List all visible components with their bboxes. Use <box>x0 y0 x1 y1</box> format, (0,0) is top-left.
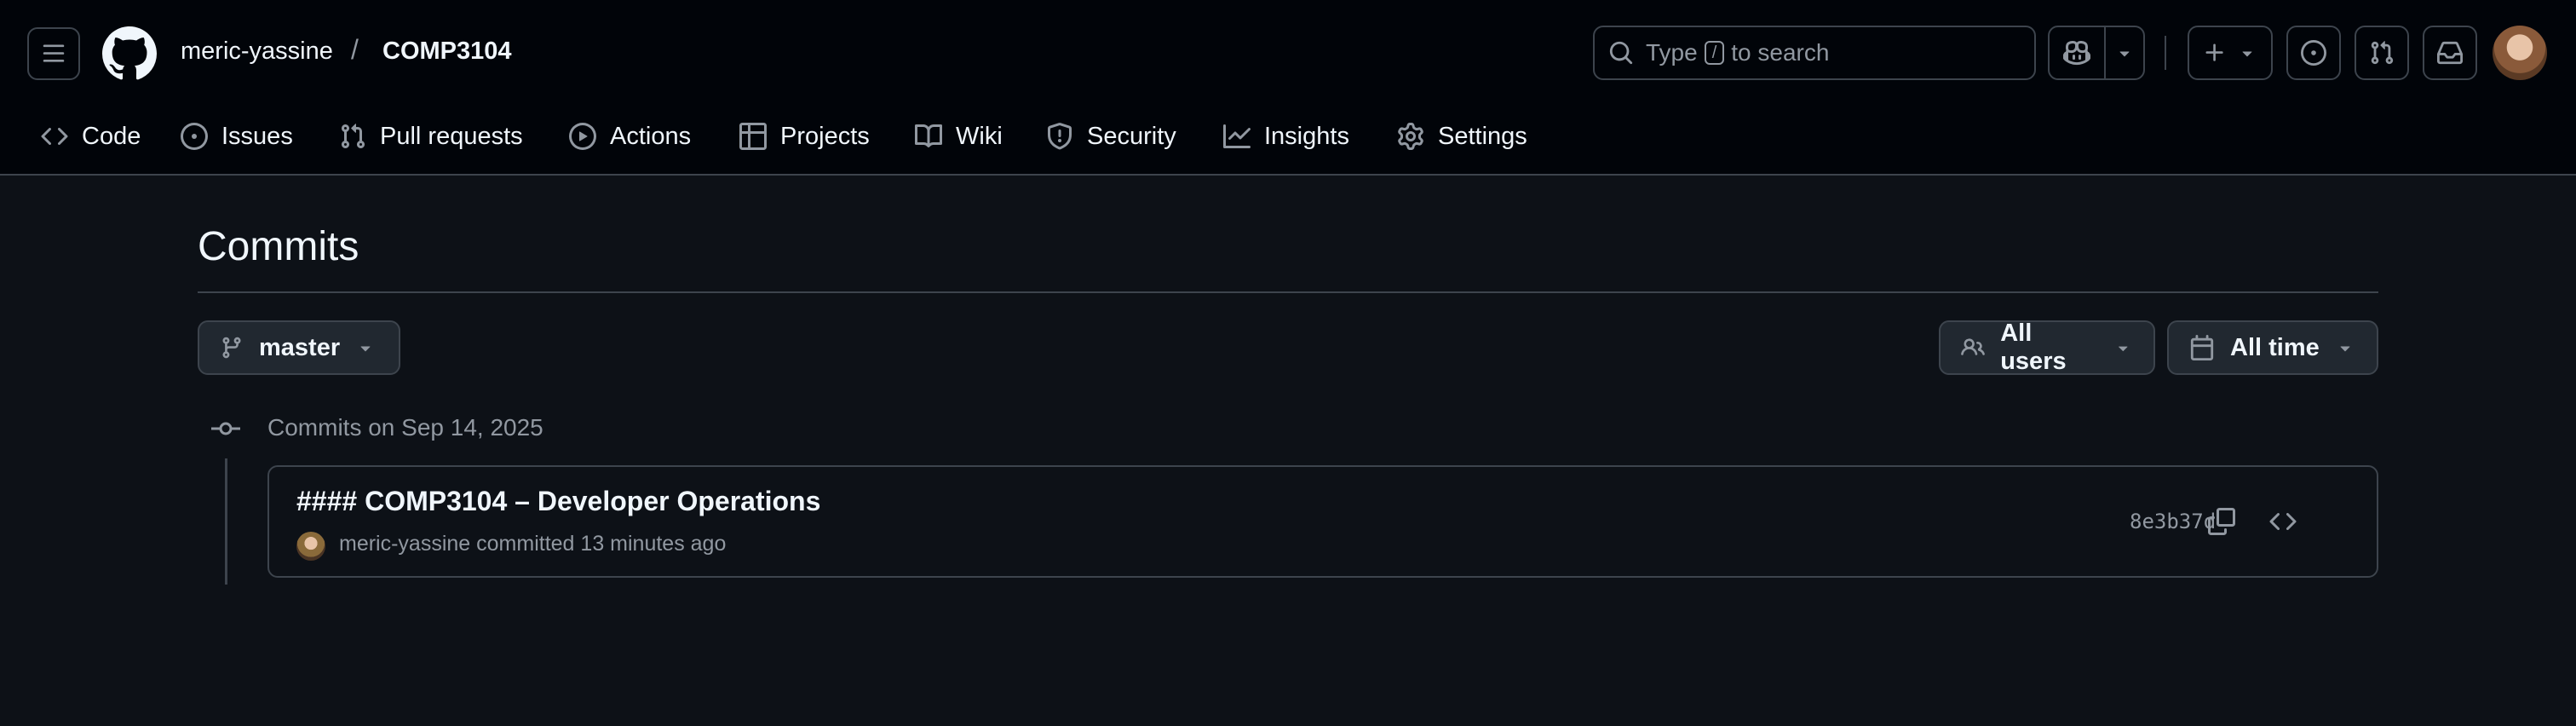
git-pull-request-icon <box>2371 41 2394 65</box>
people-icon <box>1961 338 1985 355</box>
commit-sha-link[interactable]: 8e3b37d <box>2130 510 2216 533</box>
tab-insights[interactable]: Insights <box>1223 118 1349 155</box>
commit-action-text: committed 13 minutes ago <box>476 532 727 556</box>
search-icon <box>1609 41 1633 65</box>
search-shortcut-key: / <box>1704 41 1725 65</box>
search-placeholder-suffix: to search <box>1731 39 1830 66</box>
issues-button[interactable] <box>2286 26 2341 80</box>
code-icon <box>41 127 68 146</box>
pull-requests-button[interactable] <box>2355 26 2409 80</box>
tab-label: Insights <box>1264 122 1349 150</box>
commit-author-link[interactable]: meric-yassine <box>339 532 470 556</box>
calendar-icon <box>2190 335 2214 360</box>
top-bar: meric-yassine / COMP3104 Type / to searc… <box>0 0 2576 106</box>
triangle-down-icon <box>2242 51 2252 57</box>
copilot-icon <box>2063 40 2090 66</box>
commit-meta: meric-yassine committed 13 minutes ago <box>339 532 726 556</box>
app-header: meric-yassine / COMP3104 Type / to searc… <box>0 0 2576 176</box>
hamburger-icon <box>43 44 65 62</box>
commit-message-link[interactable]: #### COMP3104 – Developer Operations <box>296 486 820 517</box>
plus-icon <box>2205 43 2223 61</box>
repo-nav: Code Issues Pull requests Actions Projec… <box>0 106 2576 165</box>
copilot-button-group <box>2048 26 2145 80</box>
git-commit-icon <box>211 422 240 435</box>
breadcrumb-separator: / <box>351 34 359 65</box>
menu-button[interactable] <box>27 27 80 80</box>
shield-icon <box>1048 123 1072 150</box>
play-icon <box>569 123 596 150</box>
gear-icon <box>1398 123 1423 150</box>
commit-row: #### COMP3104 – Developer Operations mer… <box>267 465 2378 578</box>
triangle-down-icon <box>2119 346 2128 352</box>
issue-opened-icon <box>2301 40 2326 66</box>
table-icon <box>739 123 767 150</box>
time-filter-label: All time <box>2230 333 2320 361</box>
graph-icon <box>1223 124 1251 148</box>
triangle-down-icon <box>2340 346 2350 352</box>
triangle-down-icon <box>2119 51 2130 57</box>
users-filter-label: All users <box>2000 320 2067 375</box>
tab-label: Settings <box>1438 122 1527 150</box>
tab-settings[interactable]: Settings <box>1397 118 1527 155</box>
copilot-button[interactable] <box>2050 27 2106 78</box>
search-input[interactable]: Type / to search <box>1593 26 2036 80</box>
tab-issues[interactable]: Issues <box>181 118 293 155</box>
page-title: Commits <box>198 224 359 269</box>
tab-label: Issues <box>221 122 293 150</box>
tab-label: Projects <box>780 122 870 150</box>
header-divider <box>2165 36 2166 70</box>
users-filter-button[interactable]: All users <box>1939 320 2155 375</box>
code-icon <box>2269 512 2297 531</box>
tab-security[interactable]: Security <box>1046 118 1176 155</box>
breadcrumb-repo[interactable]: COMP3104 <box>382 37 512 66</box>
git-branch-icon <box>222 337 241 359</box>
timeline-line <box>225 458 227 585</box>
tab-code[interactable]: Code <box>41 118 141 155</box>
inbox-button[interactable] <box>2423 26 2477 80</box>
browse-repo-button[interactable] <box>2266 504 2300 539</box>
pull-request-icon <box>341 124 365 149</box>
tab-actions[interactable]: Actions <box>569 118 691 155</box>
copilot-dropdown-button[interactable] <box>2106 27 2143 78</box>
avatar[interactable] <box>296 532 325 561</box>
tab-wiki[interactable]: Wiki <box>915 118 1003 155</box>
tab-pull-requests[interactable]: Pull requests <box>339 118 523 155</box>
tab-projects[interactable]: Projects <box>739 118 870 155</box>
copy-icon <box>2208 508 2235 535</box>
inbox-icon <box>2437 41 2463 65</box>
tab-label: Security <box>1087 122 1176 150</box>
user-avatar[interactable] <box>2493 26 2547 80</box>
commit-group-date: Commits on Sep 14, 2025 <box>267 414 543 441</box>
tab-label: Wiki <box>956 122 1003 150</box>
book-icon <box>915 124 942 147</box>
search-placeholder-prefix: Type <box>1646 39 1698 66</box>
create-new-button[interactable] <box>2188 26 2273 80</box>
branch-label: master <box>259 333 341 361</box>
triangle-down-icon <box>360 346 371 352</box>
github-logo-icon[interactable] <box>102 26 157 81</box>
issue-icon <box>181 123 208 150</box>
breadcrumb-owner[interactable]: meric-yassine <box>181 37 333 66</box>
tab-label: Code <box>82 122 141 150</box>
title-divider <box>198 291 2378 293</box>
branch-selector[interactable]: master <box>198 320 400 375</box>
time-filter-button[interactable]: All time <box>2167 320 2378 375</box>
tab-label: Pull requests <box>380 122 523 150</box>
tab-label: Actions <box>610 122 692 150</box>
copy-sha-button[interactable] <box>2205 504 2239 539</box>
